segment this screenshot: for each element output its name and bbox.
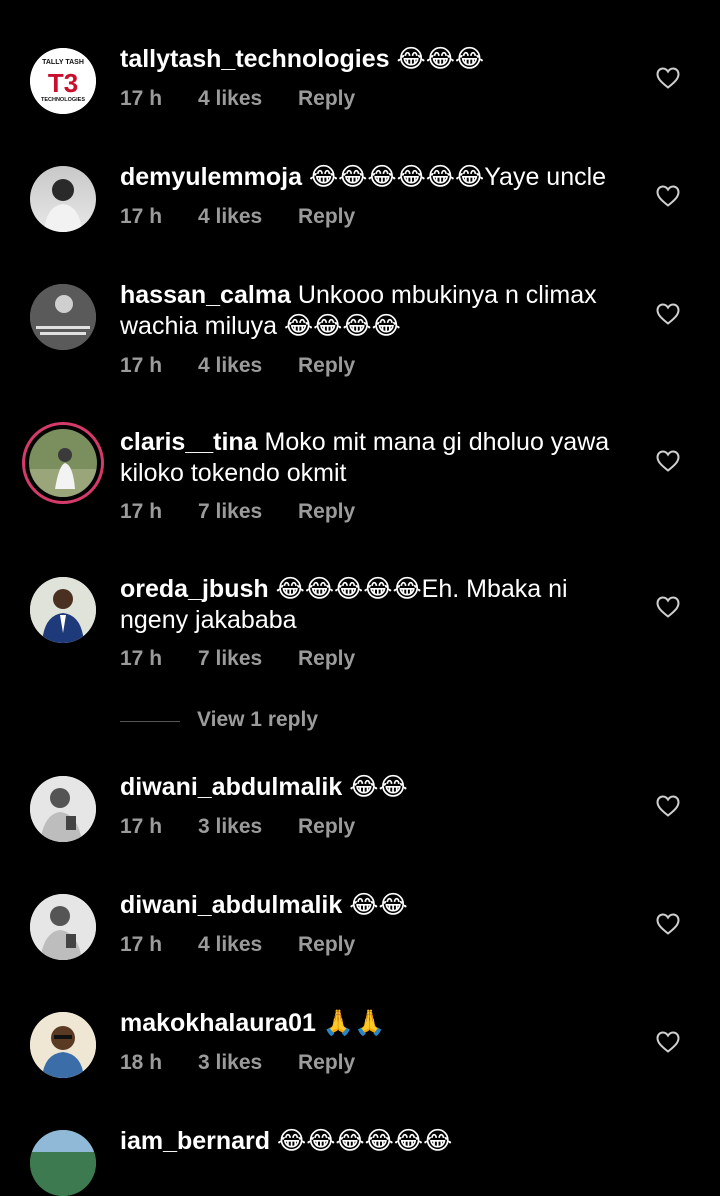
reply-button[interactable]: Reply [298, 87, 355, 111]
comment-meta: 17 h 4 likes Reply [120, 354, 355, 378]
likes-count[interactable]: 7 likes [198, 647, 298, 671]
likes-count[interactable]: 3 likes [198, 815, 298, 839]
username[interactable]: hassan_calma [120, 281, 291, 309]
avatar-photo [30, 577, 96, 643]
reply-button[interactable]: Reply [298, 933, 355, 957]
heart-icon[interactable] [656, 303, 680, 325]
username[interactable]: tallytash_technologies [120, 45, 390, 73]
avatar-photo [44, 179, 82, 232]
comment-meta: 17 h 7 likes Reply [120, 647, 355, 671]
avatar-logo-top: TALLY TASH [42, 59, 84, 66]
avatar-photo [29, 429, 97, 497]
timestamp: 17 h [120, 815, 163, 838]
avatar-logo-bottom: TECHNOLOGIES [41, 97, 85, 103]
avatar[interactable] [30, 577, 96, 643]
timestamp: 17 h [120, 647, 163, 670]
comment-text: hassan_calma Unkooo mbukinya n climax wa… [120, 280, 640, 342]
comment-body: 😂😂😂 [389, 45, 485, 73]
username[interactable]: diwani_abdulmalik [120, 773, 342, 801]
tallytash-logo: TALLY TASH T3 TECHNOLOGIES [30, 48, 96, 114]
comment-body: 😂😂😂😂😂😂 [270, 1127, 453, 1155]
heart-icon[interactable] [656, 795, 680, 817]
avatar[interactable] [30, 1130, 96, 1196]
timestamp: 17 h [120, 500, 163, 523]
reply-button[interactable]: Reply [298, 815, 355, 839]
replies-divider [120, 721, 180, 722]
comment-body: 😂😂😂😂😂😂Yaye uncle [302, 163, 607, 191]
avatar-story-ring[interactable] [22, 422, 104, 504]
likes-count[interactable]: 4 likes [198, 933, 298, 957]
avatar-photo [30, 894, 96, 960]
avatar[interactable] [30, 284, 96, 350]
timestamp: 17 h [120, 354, 163, 377]
comment-text: iam_bernard 😂😂😂😂😂😂 [120, 1126, 640, 1157]
avatar-logo-mark: T3 [48, 68, 78, 98]
avatar[interactable] [30, 894, 96, 960]
likes-count[interactable]: 4 likes [198, 87, 298, 111]
reply-button[interactable]: Reply [298, 500, 355, 524]
comment-text: makokhalaura01 🙏🙏 [120, 1008, 640, 1039]
comment-meta: 17 h 7 likes Reply [120, 500, 355, 524]
comment-text: oreda_jbush 😂😂😂😂😂Eh. Mbaka ni ngeny jaka… [120, 574, 640, 636]
comment-text: claris__tina Moko mit mana gi dholuo yaw… [120, 427, 640, 489]
likes-count[interactable]: 7 likes [198, 500, 298, 524]
comment-meta: 18 h 3 likes Reply [120, 1051, 355, 1075]
heart-icon[interactable] [656, 913, 680, 935]
username[interactable]: iam_bernard [120, 1127, 270, 1155]
username[interactable]: makokhalaura01 [120, 1009, 316, 1037]
comment-text: diwani_abdulmalik 😂😂 [120, 890, 640, 921]
heart-icon[interactable] [656, 67, 680, 89]
timestamp: 17 h [120, 87, 163, 110]
avatar[interactable] [30, 776, 96, 842]
reply-button[interactable]: Reply [298, 647, 355, 671]
view-replies-label: View 1 reply [197, 708, 319, 731]
comment-text: tallytash_technologies 😂😂😂 [120, 44, 640, 75]
avatar-photo [30, 1012, 96, 1078]
avatar[interactable]: TALLY TASH T3 TECHNOLOGIES [30, 48, 96, 114]
avatar-photo [30, 776, 96, 842]
likes-count[interactable]: 3 likes [198, 1051, 298, 1075]
comment-text: demyulemmoja 😂😂😂😂😂😂Yaye uncle [120, 162, 640, 193]
avatar [29, 429, 97, 497]
comment-meta: 17 h 4 likes Reply [120, 205, 355, 229]
heart-icon[interactable] [656, 596, 680, 618]
avatar[interactable] [30, 1012, 96, 1078]
timestamp: 17 h [120, 933, 163, 956]
reply-button[interactable]: Reply [298, 1051, 355, 1075]
avatar[interactable] [30, 166, 96, 232]
comment-meta: 17 h 3 likes Reply [120, 815, 355, 839]
comment-meta: 17 h 4 likes Reply [120, 87, 355, 111]
avatar-photo [30, 1130, 96, 1196]
likes-count[interactable]: 4 likes [198, 354, 298, 378]
comment-text: diwani_abdulmalik 😂😂 [120, 772, 640, 803]
heart-icon[interactable] [656, 450, 680, 472]
heart-icon[interactable] [656, 1031, 680, 1053]
reply-button[interactable]: Reply [298, 354, 355, 378]
comment-body: 😂😂 [342, 773, 408, 801]
reply-button[interactable]: Reply [298, 205, 355, 229]
timestamp: 18 h [120, 1051, 163, 1074]
username[interactable]: diwani_abdulmalik [120, 891, 342, 919]
comment-body: 🙏🙏 [315, 1009, 386, 1037]
username[interactable]: claris__tina [120, 428, 258, 456]
heart-icon[interactable] [656, 185, 680, 207]
comment-meta: 17 h 4 likes Reply [120, 933, 355, 957]
username[interactable]: demyulemmoja [120, 163, 302, 191]
avatar-photo [30, 284, 96, 350]
username[interactable]: oreda_jbush [120, 575, 269, 603]
timestamp: 17 h [120, 205, 163, 228]
likes-count[interactable]: 4 likes [198, 205, 298, 229]
comment-body: 😂😂 [342, 891, 408, 919]
